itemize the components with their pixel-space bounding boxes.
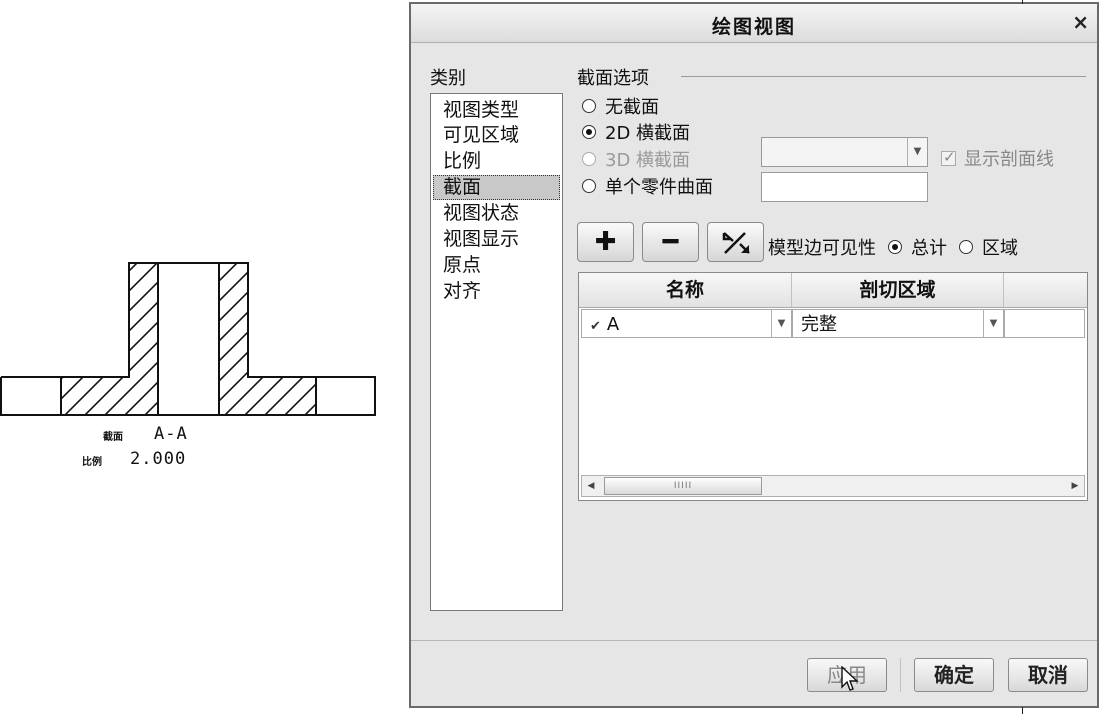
scroll-right-icon[interactable]: ▶ xyxy=(1066,476,1084,496)
section-caption-label: 截面 xyxy=(103,432,123,443)
category-item-view-display[interactable]: 视图显示 xyxy=(433,227,560,252)
minus-icon: ━ xyxy=(662,227,679,257)
section-view-drawing xyxy=(0,262,376,416)
radio-2d-section-indicator[interactable] xyxy=(582,125,596,139)
section-table: 名称 剖切区域 ✔ A ▼ 完整 ▼ ◀ IIIII ▶ xyxy=(578,272,1088,501)
chevron-down-icon[interactable]: ▼ xyxy=(771,310,791,337)
radio-single-part-surface-label: 单个零件曲面 xyxy=(605,177,713,198)
chevron-down-icon[interactable]: ▼ xyxy=(983,310,1003,337)
row-region-value: 完整 xyxy=(801,314,837,335)
scale-caption-label: 比例 xyxy=(82,457,102,468)
close-icon[interactable]: × xyxy=(1072,10,1089,34)
column-header-name[interactable]: 名称 xyxy=(579,273,792,307)
remove-section-button[interactable]: ━ xyxy=(642,222,699,262)
category-heading: 类别 xyxy=(430,68,466,89)
model-edge-visibility-label: 模型边可见性 xyxy=(768,238,876,259)
category-item-alignment[interactable]: 对齐 xyxy=(433,279,560,304)
drawing-border-line-bottom xyxy=(1022,707,1023,714)
category-item-view-states[interactable]: 视图状态 xyxy=(433,201,560,226)
cancel-button[interactable]: 取消 xyxy=(1008,658,1088,692)
section-options-divider xyxy=(681,76,1086,77)
show-hatch-label: 显示剖面线 xyxy=(964,149,1054,170)
scale-caption-value: 2.000 xyxy=(130,449,187,469)
3d-section-dropdown: ▼ xyxy=(761,137,928,167)
visibility-area-label: 区域 xyxy=(982,238,1018,259)
show-hatch-checkbox-row: 显示剖面线 xyxy=(941,145,1054,171)
radio-3d-section-label: 3D 横截面 xyxy=(605,150,691,171)
radio-no-section-indicator[interactable] xyxy=(582,99,596,113)
table-row-extra-cell xyxy=(1004,309,1085,338)
horizontal-scrollbar[interactable]: ◀ IIIII ▶ xyxy=(581,475,1085,497)
scroll-left-icon[interactable]: ◀ xyxy=(582,476,600,496)
flip-arrows-icon xyxy=(722,232,750,254)
scroll-thumb[interactable]: IIIII xyxy=(604,477,762,495)
category-item-visible-area[interactable]: 可见区域 xyxy=(433,123,560,148)
row-name-value: A xyxy=(606,314,620,335)
mouse-cursor-icon xyxy=(841,666,859,691)
radio-2d-section[interactable]: 2D 横截面 xyxy=(582,119,690,145)
radio-3d-section: 3D 横截面 xyxy=(582,146,690,172)
column-header-cut-region[interactable]: 剖切区域 xyxy=(792,273,1004,307)
ok-button[interactable]: 确定 xyxy=(914,658,994,692)
radio-3d-section-indicator xyxy=(582,152,596,166)
table-row-name-cell[interactable]: ✔ A ▼ xyxy=(581,309,792,338)
check-icon: ✔ xyxy=(590,319,601,334)
category-item-origin[interactable]: 原点 xyxy=(433,253,560,278)
table-header: 名称 剖切区域 xyxy=(579,273,1087,308)
category-item-view-type[interactable]: 视图类型 xyxy=(433,98,560,123)
section-options-heading: 截面选项 xyxy=(577,68,649,89)
dialog-title: 绘图视图 xyxy=(711,16,796,38)
single-part-surface-field[interactable] xyxy=(761,172,928,202)
drawing-area: 截面 A-A 比例 2.000 xyxy=(0,0,400,714)
chevron-down-icon: ▼ xyxy=(907,138,927,166)
radio-no-section[interactable]: 无截面 xyxy=(582,93,659,119)
footer-divider xyxy=(411,640,1097,641)
visibility-total-label: 总计 xyxy=(911,238,947,259)
add-section-button[interactable]: ✚ xyxy=(577,222,634,262)
button-separator xyxy=(900,658,901,692)
plus-icon: ✚ xyxy=(594,227,617,257)
category-list: 视图类型 可见区域 比例 截面 视图状态 视图显示 原点 对齐 xyxy=(430,93,563,611)
section-caption-value: A-A xyxy=(154,424,188,444)
row-name-text: ✔ A xyxy=(590,310,619,341)
table-row-region-cell[interactable]: 完整 ▼ xyxy=(792,309,1004,338)
show-hatch-checkbox xyxy=(941,148,956,166)
drawing-border-line-top xyxy=(1022,0,1023,4)
visibility-total-radio[interactable] xyxy=(888,240,902,254)
radio-single-part-surface[interactable]: 单个零件曲面 xyxy=(582,173,713,199)
radio-2d-section-label: 2D 横截面 xyxy=(605,123,691,144)
radio-single-part-surface-indicator[interactable] xyxy=(582,179,596,193)
model-edge-visibility: 模型边可见性 总计 区域 xyxy=(768,234,1018,260)
category-item-section[interactable]: 截面 xyxy=(433,175,560,200)
radio-no-section-label: 无截面 xyxy=(605,97,659,118)
drawing-view-dialog: 绘图视图 × 类别 视图类型 可见区域 比例 截面 视图状态 视图显示 原点 对… xyxy=(409,2,1099,708)
dialog-titlebar[interactable]: 绘图视图 × xyxy=(411,4,1097,43)
category-item-scale[interactable]: 比例 xyxy=(433,149,560,174)
visibility-area-radio[interactable] xyxy=(959,240,973,254)
flip-section-button[interactable] xyxy=(707,222,764,262)
part-outline xyxy=(0,262,376,416)
